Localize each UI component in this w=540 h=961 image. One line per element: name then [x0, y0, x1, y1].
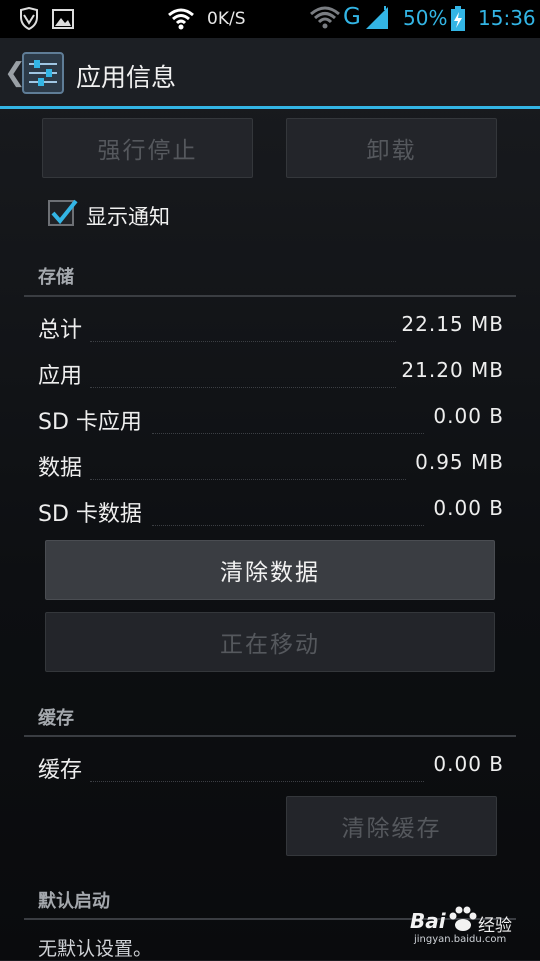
battery-percent: 50% — [403, 6, 448, 30]
storage-header: 存储 — [38, 267, 74, 288]
row-label: SD 卡数据 — [38, 502, 142, 527]
storage-row-data: 数据 0.95 MB — [38, 450, 504, 482]
network-type: G — [343, 4, 361, 30]
uninstall-button[interactable]: 卸载 — [286, 118, 497, 178]
cache-row: 缓存 0.00 B — [38, 752, 504, 784]
storage-row-total: 总计 22.15 MB — [38, 312, 504, 344]
show-notification-checkbox[interactable] — [48, 199, 78, 226]
settings-sliders-icon[interactable] — [22, 52, 64, 94]
show-notification-label: 显示通知 — [86, 205, 170, 229]
row-label: 应用 — [38, 364, 83, 389]
row-value: 0.00 B — [433, 752, 504, 776]
wifi-signal-icon — [310, 6, 340, 29]
row-value: 21.20 MB — [401, 358, 504, 382]
watermark-brand: Bai — [410, 909, 446, 933]
storage-row-sd-data: SD 卡数据 0.00 B — [38, 496, 504, 528]
baidu-watermark: Bai 经验 — [410, 905, 530, 955]
clock: 15:36 — [478, 6, 536, 30]
image-notification-icon — [52, 9, 74, 29]
force-stop-button[interactable]: 强行停止 — [42, 118, 253, 178]
paw-icon — [449, 906, 477, 931]
default-launch-header: 默认启动 — [38, 891, 110, 912]
watermark-brand-suffix: 经验 — [478, 916, 512, 936]
action-bar-divider — [0, 106, 540, 109]
row-value: 22.15 MB — [401, 312, 504, 336]
move-button[interactable]: 正在移动 — [45, 612, 495, 672]
cache-header: 缓存 — [38, 708, 74, 729]
watermark-url: jingyan.baidu.com — [414, 934, 507, 945]
row-label: 数据 — [38, 456, 83, 481]
storage-row-sd-app: SD 卡应用 0.00 B — [38, 404, 504, 436]
row-value: 0.00 B — [433, 404, 504, 428]
row-label: SD 卡应用 — [38, 410, 142, 435]
status-bar: 0K/S G 50% 15:36 — [0, 0, 540, 38]
no-default-text: 无默认设置。 — [38, 938, 153, 960]
wifi-icon — [168, 8, 194, 30]
row-value: 0.00 B — [433, 496, 504, 520]
storage-divider — [24, 295, 516, 297]
row-value: 0.95 MB — [415, 450, 504, 474]
action-bar: ❮ 应用信息 — [0, 38, 540, 106]
cache-divider — [24, 735, 516, 737]
battery-charging-icon — [451, 6, 465, 31]
signal-icon — [366, 6, 388, 29]
page-title: 应用信息 — [76, 63, 177, 92]
vpn-shield-icon — [20, 7, 38, 31]
clear-cache-button[interactable]: 清除缓存 — [286, 796, 497, 856]
network-speed: 0K/S — [207, 9, 246, 29]
row-label: 缓存 — [38, 758, 83, 783]
row-label: 总计 — [38, 318, 83, 343]
clear-data-button[interactable]: 清除数据 — [45, 540, 495, 600]
storage-row-app: 应用 21.20 MB — [38, 358, 504, 390]
checkmark-icon — [51, 199, 78, 225]
